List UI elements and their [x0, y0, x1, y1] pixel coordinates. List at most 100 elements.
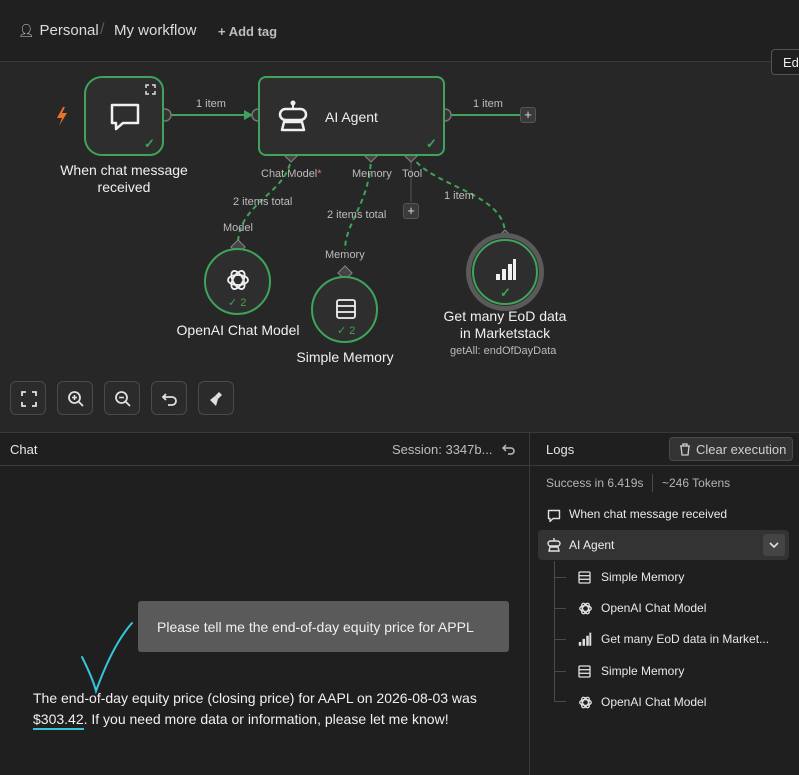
marketstack-subtitle: getAll: endOfDayData — [450, 345, 557, 357]
log-entry-trigger[interactable]: When chat message received — [547, 507, 727, 523]
robot-icon — [547, 538, 561, 552]
clear-execution-button[interactable]: Clear execution — [669, 437, 793, 461]
reset-session-icon[interactable] — [502, 442, 516, 456]
port-label-memory: Memory — [352, 168, 392, 180]
reply-text-2: . If you need more data or information, … — [83, 711, 449, 727]
log-entry-ai-agent[interactable]: AI Agent — [538, 530, 789, 560]
workspace-breadcrumb[interactable]: 👤︎ Personal — [18, 22, 99, 39]
success-check-icon: ✓ — [500, 285, 511, 300]
wire-label-agent-out: 1 item — [473, 98, 503, 110]
trigger-bolt-icon — [57, 107, 67, 126]
log-entry-simple-memory[interactable]: Simple Memory — [578, 570, 684, 586]
marketstack-icon — [578, 632, 592, 646]
port-label-model: Model — [223, 222, 253, 234]
execution-status: Success in 6.419s — [546, 476, 644, 490]
success-check-icon: ✓ — [426, 136, 437, 151]
token-count: ~246 Tokens — [662, 476, 731, 490]
agent-label: AI Agent — [325, 109, 378, 125]
log-entry-label: Simple Memory — [601, 570, 685, 584]
database-icon — [578, 571, 591, 584]
handdrawn-check-mark — [81, 622, 133, 695]
clean-up-button[interactable] — [198, 381, 234, 415]
log-entry-marketstack[interactable]: Get many EoD data in Market... — [578, 632, 769, 648]
add-tag-button[interactable]: + Add tag — [218, 24, 277, 39]
fit-view-icon — [21, 391, 37, 407]
user-message-bubble: Please tell me the end-of-day equity pri… — [138, 601, 509, 652]
tree-connector — [554, 561, 555, 701]
marketstack-label: Get many EoD data in Marketstack — [430, 308, 580, 342]
summary-divider — [652, 474, 653, 492]
collapse-button[interactable] — [763, 534, 785, 556]
session-id[interactable]: Session: 3347b... — [392, 442, 492, 457]
run-count: ✓ 2 — [228, 297, 247, 309]
node-simple-memory[interactable]: ✓ 2 — [311, 276, 378, 343]
tree-branch — [554, 608, 566, 609]
workflow-name[interactable]: My workflow — [114, 22, 197, 39]
log-entry-simple-memory-2[interactable]: Simple Memory — [578, 664, 684, 680]
log-entry-label: OpenAI Chat Model — [601, 695, 707, 709]
workflow-canvas[interactable]: ✓ When chat message received AI Agent ✓ … — [0, 62, 799, 432]
person-icon: 👤︎ — [18, 23, 35, 38]
log-entry-label: When chat message received — [569, 507, 728, 521]
run-count-value: 2 — [349, 325, 356, 337]
port-label-tool: Tool — [402, 168, 423, 180]
log-entry-label: OpenAI Chat Model — [601, 601, 707, 615]
chat-header: Chat Session: 3347b... — [0, 433, 530, 466]
node-ai-agent[interactable]: AI Agent ✓ — [258, 76, 445, 156]
node-chat-trigger[interactable]: ✓ — [84, 76, 164, 156]
undo-button[interactable] — [151, 381, 187, 415]
tree-branch — [554, 671, 566, 672]
chat-bubble-icon — [110, 103, 140, 131]
clear-execution-label: Clear execution — [696, 442, 787, 457]
openai-icon — [227, 270, 249, 290]
trigger-label: When chat message received — [60, 162, 188, 195]
wire-label-model-total: 2 items total — [233, 196, 293, 208]
log-entry-openai-chat-model-2[interactable]: OpenAI Chat Model — [578, 695, 706, 711]
top-bar: 👤︎ Personal / My workflow + Add tag — [0, 0, 799, 62]
robot-icon — [278, 100, 308, 132]
chat-panel: Chat Session: 3347b... Please tell me th… — [0, 432, 530, 775]
node-marketstack[interactable]: ✓ — [466, 233, 544, 311]
memory-label: Simple Memory — [296, 349, 394, 365]
zoom-out-button[interactable] — [104, 381, 140, 415]
chat-title: Chat — [10, 442, 38, 457]
tree-branch — [554, 639, 566, 640]
workspace-label: Personal — [39, 22, 99, 39]
tool-add-button[interactable]: + — [403, 203, 419, 219]
log-entry-label: Get many EoD data in Market... — [601, 632, 770, 646]
node-openai-chat-model[interactable]: ✓ 2 — [204, 248, 271, 315]
wire-label-trigger: 1 item — [196, 98, 226, 110]
log-entry-label: AI Agent — [569, 538, 615, 552]
marketstack-label-line2: in Marketstack — [459, 325, 551, 341]
log-entry-label: Simple Memory — [601, 664, 685, 678]
agent-add-node-button[interactable]: + — [520, 107, 536, 123]
reply-text-1: The end-of-day equity price (closing pri… — [33, 690, 477, 706]
trash-icon — [680, 443, 690, 456]
logs-title: Logs — [546, 442, 575, 457]
fit-view-button[interactable] — [10, 381, 46, 415]
expand-icon[interactable] — [145, 84, 156, 95]
openai-icon — [579, 696, 592, 709]
breadcrumb-separator: / — [100, 21, 105, 38]
chat-bubble-icon — [547, 509, 561, 523]
reply-price: $303.42 — [33, 711, 84, 730]
wire-label-memory-total: 2 items total — [327, 209, 387, 221]
zoom-in-icon — [68, 391, 84, 407]
undo-icon — [161, 393, 177, 406]
zoom-in-button[interactable] — [57, 381, 93, 415]
required-mark: * — [317, 168, 322, 180]
zoom-out-icon — [115, 391, 131, 407]
tree-branch — [554, 577, 566, 578]
database-icon — [336, 299, 356, 319]
chevron-down-icon — [769, 542, 779, 549]
port-label-memory-in: Memory — [325, 249, 365, 261]
editor-tab[interactable]: Ed — [771, 49, 799, 75]
tree-branch — [554, 701, 566, 702]
logs-header: Logs Clear execution — [530, 433, 799, 466]
openai-label: OpenAI Chat Model — [176, 322, 300, 338]
marketstack-label-line1: Get many EoD data — [443, 308, 567, 324]
clean-up-icon — [210, 392, 222, 406]
run-count: ✓ 2 — [337, 325, 356, 337]
chat-model-text: Chat Model — [261, 168, 318, 180]
log-entry-openai-chat-model[interactable]: OpenAI Chat Model — [578, 601, 706, 617]
